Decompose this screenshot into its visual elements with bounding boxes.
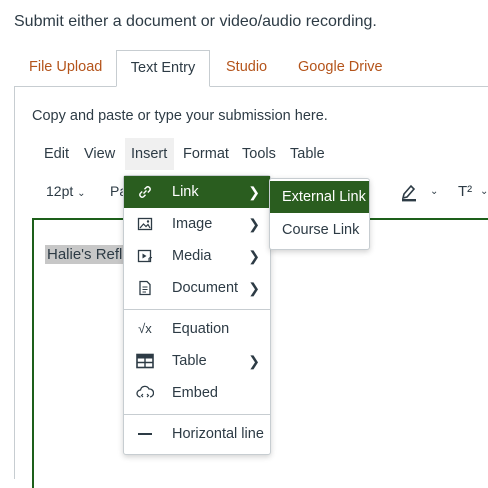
document-icon <box>136 272 154 304</box>
menu-edit[interactable]: Edit <box>38 138 75 170</box>
link-icon <box>136 176 154 208</box>
chevron-right-icon: ❯ <box>248 184 260 200</box>
chevron-right-icon: ❯ <box>248 216 260 232</box>
insert-menu-horizontal-line[interactable]: Horizontal line <box>124 418 270 450</box>
link-submenu: External Link Course Link <box>269 178 370 250</box>
insert-menu-document[interactable]: Document ❯ <box>124 272 270 304</box>
menu-view[interactable]: View <box>78 138 121 170</box>
insert-menu-embed[interactable]: Embed <box>124 377 270 409</box>
insert-menu-media[interactable]: Media ❯ <box>124 240 270 272</box>
image-icon <box>136 208 154 240</box>
editor-content-text[interactable]: Halie's Refl <box>45 245 125 264</box>
media-icon <box>136 240 154 272</box>
chevron-right-icon: ❯ <box>248 248 260 264</box>
submenu-external-link[interactable]: External Link <box>270 181 369 213</box>
tab-google-drive[interactable]: Google Drive <box>298 50 383 87</box>
table-icon <box>136 345 154 377</box>
menu-separator <box>124 309 270 310</box>
chevron-down-icon: ⌄ <box>77 188 86 199</box>
chevron-down-icon[interactable]: ⌄ <box>480 186 488 197</box>
equation-icon: √x <box>138 321 152 336</box>
highlight-color-button[interactable] <box>400 182 418 202</box>
tab-file-upload[interactable]: File Upload <box>29 50 102 87</box>
insert-menu-link[interactable]: Link ❯ <box>124 176 270 208</box>
submission-instruction: Submit either a document or video/audio … <box>14 13 377 30</box>
embed-icon <box>136 377 154 409</box>
font-size-value: 12pt <box>46 183 74 199</box>
horizontal-line-icon <box>136 418 154 450</box>
menu-format[interactable]: Format <box>177 138 235 170</box>
insert-menu-equation[interactable]: √x Equation <box>124 313 270 345</box>
menu-insert[interactable]: Insert <box>125 138 174 170</box>
tab-text-entry[interactable]: Text Entry <box>116 50 210 87</box>
tab-studio[interactable]: Studio <box>226 50 267 87</box>
insert-menu: Link ❯ Image ❯ Media ❯ Document ❯ √x Equ… <box>123 175 271 455</box>
superscript-button[interactable]: T² <box>458 183 472 200</box>
menu-table[interactable]: Table <box>284 138 331 170</box>
pen-icon <box>401 184 416 202</box>
chevron-right-icon: ❯ <box>248 280 260 296</box>
menu-tools[interactable]: Tools <box>236 138 282 170</box>
insert-menu-image[interactable]: Image ❯ <box>124 208 270 240</box>
chevron-right-icon: ❯ <box>248 353 260 369</box>
submenu-course-link[interactable]: Course Link <box>270 214 369 246</box>
font-size-select[interactable]: 12pt ⌄ <box>46 183 86 199</box>
editor-help-text: Copy and paste or type your submission h… <box>32 108 328 124</box>
menu-separator <box>124 414 270 415</box>
chevron-down-icon[interactable]: ⌄ <box>430 186 438 197</box>
insert-menu-table[interactable]: Table ❯ <box>124 345 270 377</box>
